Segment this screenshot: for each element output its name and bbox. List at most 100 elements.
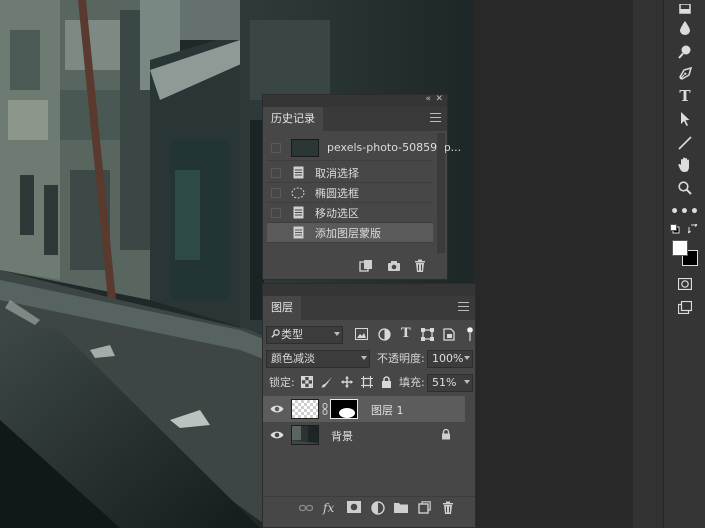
close-panel-icon[interactable]: ✕ xyxy=(435,94,443,104)
shape-layer-filter-icon[interactable] xyxy=(421,328,435,342)
opacity-input[interactable]: 100% xyxy=(427,350,473,368)
new-layer-icon[interactable] xyxy=(418,501,432,515)
lock-artboard-icon[interactable] xyxy=(361,376,375,390)
layer-thumbnail[interactable] xyxy=(291,399,319,419)
history-item-label: 移动选区 xyxy=(315,206,359,220)
more-icon[interactable]: ••• xyxy=(670,202,699,222)
history-panel-menu-icon[interactable] xyxy=(430,113,441,124)
layers-panel-menu-icon[interactable] xyxy=(458,302,469,313)
history-scrollbar[interactable] xyxy=(437,133,445,253)
tab-layers[interactable]: 图层 xyxy=(263,296,301,320)
adjustment-icon[interactable] xyxy=(371,501,385,515)
history-brush-source-checkbox[interactable] xyxy=(271,187,281,198)
fill-label: 填充: xyxy=(399,376,425,389)
layer-thumbnail[interactable] xyxy=(291,425,319,445)
lock-all-icon[interactable] xyxy=(381,376,395,390)
panel-dock-column xyxy=(633,0,663,528)
layers-footer: fx xyxy=(263,496,475,518)
zoom-icon[interactable] xyxy=(672,178,698,198)
fx-icon[interactable]: fx xyxy=(323,501,337,515)
trash-icon[interactable] xyxy=(413,259,427,273)
opacity-label: 不透明度: xyxy=(377,352,425,365)
history-snapshot[interactable]: pexels-photo-50859.jp... xyxy=(267,135,461,161)
layer-filter-select[interactable]: 类型 xyxy=(266,326,343,344)
eraser-icon[interactable] xyxy=(672,0,698,20)
layers-tabbar: 图层 xyxy=(263,296,475,320)
pixel-layer-filter-icon[interactable] xyxy=(355,328,369,342)
history-item-selected[interactable]: 添加图层蒙版 xyxy=(267,223,433,243)
adjustment-layer-filter-icon[interactable] xyxy=(378,328,392,342)
layer-row-background[interactable]: 背景 xyxy=(263,422,465,448)
history-item-label: 添加图层蒙版 xyxy=(315,226,381,240)
history-brush-source-checkbox[interactable] xyxy=(271,167,281,178)
lock-image-pixels-icon[interactable] xyxy=(321,376,335,390)
layer-row-layer1[interactable]: 图层 1 xyxy=(263,396,465,422)
chevron-down-icon xyxy=(334,332,340,336)
layer-name[interactable]: 图层 1 xyxy=(371,402,404,418)
layers-panel: 图层 类型 T 颜色减淡 不透明度: 100% 锁定: 填充: 51% 图层 1… xyxy=(262,283,476,528)
visibility-eye-icon[interactable] xyxy=(270,429,284,441)
camera-snapshot-icon[interactable] xyxy=(387,259,401,273)
history-tabbar: 历史记录 xyxy=(263,107,447,131)
default-colors-icon[interactable] xyxy=(668,222,682,236)
blur-drop-icon[interactable] xyxy=(672,18,698,38)
filter-toggle-switch[interactable] xyxy=(467,327,473,341)
history-item[interactable]: 取消选择 xyxy=(267,163,433,183)
layer-lock-icon xyxy=(441,428,451,440)
chevron-down-icon xyxy=(464,380,470,384)
smart-object-filter-icon[interactable] xyxy=(443,328,457,342)
mask-link-icon[interactable] xyxy=(322,403,328,415)
dodge-icon[interactable] xyxy=(672,42,698,62)
history-item[interactable]: 移动选区 xyxy=(267,203,433,223)
visibility-eye-icon[interactable] xyxy=(270,403,284,415)
doc-icon xyxy=(291,166,305,180)
blend-mode-value: 颜色减淡 xyxy=(271,352,315,365)
history-panel: « ✕ 历史记录 pexels-photo-50859.jp... 取消选择 椭… xyxy=(262,94,461,280)
layer-mask-thumbnail[interactable] xyxy=(330,399,358,419)
history-panel-titlebar[interactable]: « ✕ xyxy=(263,94,447,107)
tools-panel: T ••• xyxy=(663,0,705,528)
filter-type-label: 类型 xyxy=(281,328,303,341)
group-folder-icon[interactable] xyxy=(394,501,408,515)
screen-mode-icon[interactable] xyxy=(672,297,698,317)
history-brush-source-checkbox[interactable] xyxy=(271,227,281,238)
blend-mode-select[interactable]: 颜色减淡 xyxy=(266,350,370,368)
fill-input[interactable]: 51% xyxy=(427,374,473,392)
trash-icon[interactable] xyxy=(441,501,455,515)
add-mask-icon[interactable] xyxy=(347,501,361,515)
opacity-value: 100% xyxy=(432,352,464,365)
hand-icon[interactable] xyxy=(672,155,698,175)
chevron-down-icon xyxy=(464,356,470,360)
fill-value: 51% xyxy=(432,376,457,389)
history-item[interactable]: 椭圆选框 xyxy=(267,183,433,203)
history-brush-source-checkbox[interactable] xyxy=(271,207,281,218)
history-footer xyxy=(263,255,447,277)
lock-label: 锁定: xyxy=(269,376,295,389)
layer-name[interactable]: 背景 xyxy=(331,428,353,444)
swap-colors-icon[interactable] xyxy=(686,222,700,236)
collapse-panel-icon[interactable]: « xyxy=(425,94,431,104)
type-layer-filter-icon[interactable]: T xyxy=(401,327,415,341)
filter-search-icon xyxy=(271,327,281,343)
path-selection-icon[interactable] xyxy=(672,109,698,129)
chevron-down-icon xyxy=(361,356,367,360)
foreground-color[interactable] xyxy=(672,240,688,256)
lock-transparent-pixels-icon[interactable] xyxy=(301,376,315,390)
type-icon[interactable]: T xyxy=(672,86,698,106)
history-brush-source-checkbox[interactable] xyxy=(271,142,281,153)
line-icon[interactable] xyxy=(672,133,698,153)
snapshot-thumbnail xyxy=(291,138,319,157)
doc-icon xyxy=(291,206,305,220)
ellipse-marquee-icon xyxy=(291,186,305,200)
tab-history[interactable]: 历史记录 xyxy=(263,107,323,131)
layers-panel-titlebar[interactable] xyxy=(263,284,475,296)
workspace-background xyxy=(473,0,633,528)
history-item-label: 取消选择 xyxy=(315,166,359,180)
pen-icon[interactable] xyxy=(672,64,698,84)
lock-position-icon[interactable] xyxy=(341,376,355,390)
new-document-from-state-icon[interactable] xyxy=(359,259,373,273)
history-item-label: 椭圆选框 xyxy=(315,186,359,200)
link-icon[interactable] xyxy=(298,501,314,515)
doc-icon xyxy=(291,226,305,240)
quick-mask-icon[interactable] xyxy=(672,274,698,294)
